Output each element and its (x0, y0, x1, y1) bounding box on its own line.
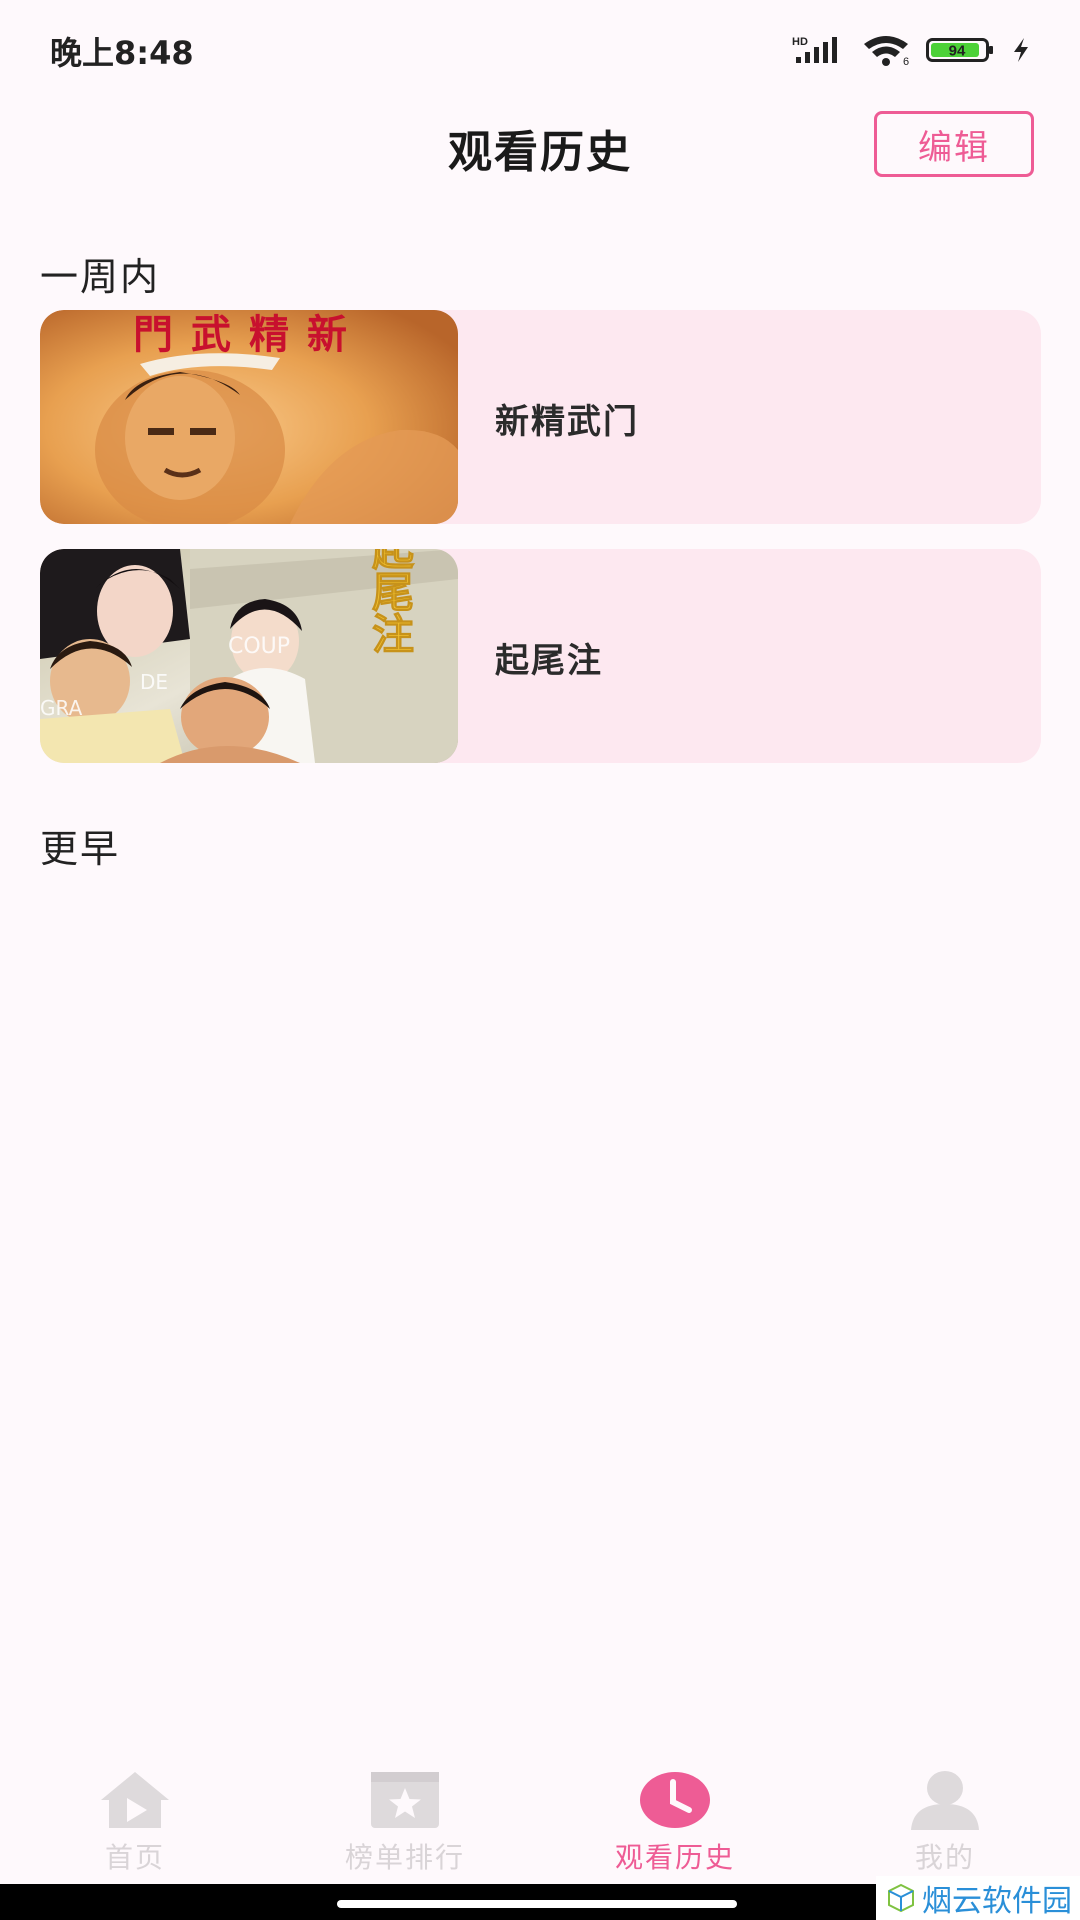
network-label: HD (792, 36, 808, 48)
nav-item-mine[interactable]: 我的 (810, 1760, 1080, 1884)
watermark: 烟云软件园 (876, 1876, 1080, 1920)
nav-item-ranking[interactable]: 榜单排行 (270, 1760, 540, 1884)
poster-2-text: 起尾注 (366, 549, 415, 654)
wifi-sub-label: 6 (903, 56, 909, 66)
status-icons: HD 6 94 (792, 34, 1032, 66)
history-item-title: 起尾注 (495, 641, 603, 681)
history-item[interactable]: COUP DE GRA 起尾注 起尾注 (40, 549, 1041, 763)
nav-item-history[interactable]: 观看历史 (540, 1760, 810, 1884)
edit-button[interactable]: 编辑 (874, 111, 1034, 177)
poster-2-title: 起尾注 (365, 549, 415, 655)
ranking-star-icon (371, 1772, 439, 1828)
bottom-nav: 首页 榜单排行 观看历史 我的 (0, 1760, 1080, 1884)
watermark-text: 烟云软件园 (922, 1884, 1072, 1919)
home-indicator[interactable] (337, 1900, 737, 1908)
history-item-title: 新精武门 (495, 402, 639, 442)
charging-icon (1014, 38, 1028, 62)
nav-label: 我的 (914, 1841, 975, 1874)
poster-1-text: 門武精新 (133, 311, 365, 358)
poster-thumbnail: COUP DE GRA 起尾注 (40, 549, 458, 763)
svg-text:GRA: GRA (40, 696, 83, 720)
header: 观看历史 编辑 (0, 100, 1080, 190)
nav-label: 观看历史 (614, 1841, 735, 1874)
cube-logo-icon (888, 1883, 914, 1913)
battery-icon: 94 (926, 38, 993, 62)
nav-label: 榜单排行 (344, 1841, 465, 1874)
svg-text:DE: DE (140, 670, 168, 694)
nav-item-home[interactable]: 首页 (0, 1760, 270, 1884)
section-title-week: 一周内 (40, 255, 161, 299)
nav-label: 首页 (104, 1841, 165, 1874)
svg-text:COUP: COUP (228, 634, 290, 659)
signal-icon: HD (792, 36, 837, 63)
wifi-icon: 6 (864, 36, 909, 66)
poster-thumbnail: 門武精新 (40, 310, 458, 524)
status-bar: 晚上8:48 HD 6 94 (0, 0, 1080, 100)
home-icon (101, 1772, 169, 1828)
section-title-earlier: 更早 (40, 827, 121, 871)
user-icon (911, 1771, 979, 1830)
status-time: 晚上8:48 (50, 34, 194, 72)
clock-icon (640, 1772, 710, 1828)
history-item[interactable]: 門武精新 新精武门 (40, 310, 1041, 524)
battery-level: 94 (949, 43, 966, 60)
